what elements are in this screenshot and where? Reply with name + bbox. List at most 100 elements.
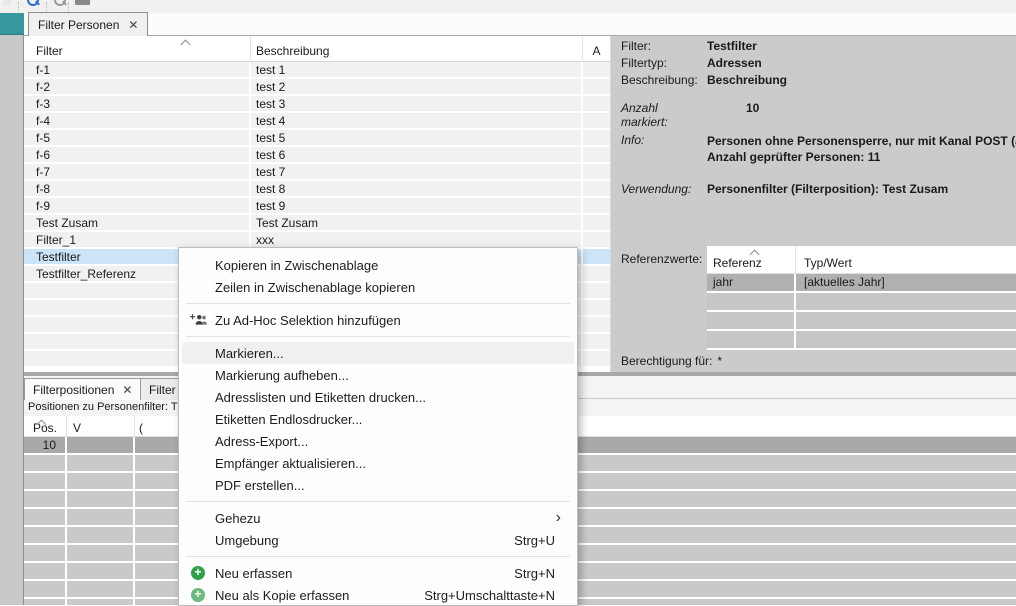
menu-item[interactable]: Adresslisten und Etiketten drucken... (182, 386, 574, 408)
cell-beschreibung: Test Zusam (251, 215, 583, 232)
cell-a (583, 266, 610, 283)
close-icon[interactable]: ✕ (122, 383, 132, 397)
cell-v (67, 599, 135, 605)
cell-pos (24, 509, 67, 527)
field-value-verwendung: Personenfilter (Filterposition): Test Zu… (707, 182, 948, 196)
field-value-beschreibung: Beschreibung (707, 73, 787, 87)
cell-filter: f-9 (24, 198, 251, 215)
menu-separator (186, 501, 570, 502)
menu-item[interactable]: Markierung aufheben... (182, 364, 574, 386)
cell-pos (24, 491, 67, 509)
tab-label: Filterpositionen (33, 383, 114, 397)
table-row[interactable]: f-6test 6 (24, 147, 610, 164)
cell-filter: f-8 (24, 181, 251, 198)
cell-beschreibung: test 1 (251, 62, 583, 79)
cell-v (67, 527, 135, 545)
cell-typ-wert (796, 312, 1016, 331)
close-icon[interactable]: ✕ (128, 18, 138, 32)
cell-pos (24, 581, 67, 599)
cell-filter: f-7 (24, 164, 251, 181)
column-header-filter[interactable]: Filter (24, 36, 251, 61)
table-row[interactable]: f-2test 2 (24, 79, 610, 96)
toolbar-separator (18, 2, 19, 12)
cell-typ-wert (796, 293, 1016, 312)
menu-item[interactable]: Zeilen in Zwischenablage kopieren (182, 276, 574, 298)
cell-v (67, 545, 135, 563)
table-row[interactable]: f-9test 9 (24, 198, 610, 215)
left-sidebar (0, 13, 24, 605)
menu-item-label: PDF erstellen... (215, 478, 305, 493)
add-icon: + (187, 566, 209, 580)
table-row[interactable]: f-4test 4 (24, 113, 610, 130)
add-people-icon (187, 313, 209, 327)
cell-a (583, 283, 610, 300)
cell-pos (24, 563, 67, 581)
tab-filterpositionen[interactable]: Filterpositionen ✕ (24, 378, 141, 400)
menu-item[interactable]: Gehezu › (182, 507, 574, 529)
table-row[interactable]: f-3test 3 (24, 96, 610, 113)
cell-v (67, 509, 135, 527)
menu-item[interactable]: Adress-Export... (182, 430, 574, 452)
toolbar-separator (68, 2, 69, 12)
cell-a (583, 300, 610, 317)
tab-label: Filter Personen (38, 18, 119, 32)
sort-ascending-icon (751, 248, 759, 256)
column-header-beschreibung[interactable]: Beschreibung (251, 36, 583, 61)
cell-beschreibung: test 6 (251, 147, 583, 164)
cell-typ-wert: [aktuelles Jahr] (796, 274, 1016, 293)
menu-item[interactable]: Markieren... (182, 342, 574, 364)
field-label-verwendung: Verwendung: (621, 182, 707, 196)
cell-a (583, 249, 610, 266)
menu-item-shortcut: Strg+N (514, 566, 567, 581)
field-label-beschreibung: Beschreibung: (621, 73, 707, 87)
menu-item[interactable]: Etiketten Endlosdrucker... (182, 408, 574, 430)
cell-v (67, 473, 135, 491)
menu-item-label: Gehezu (215, 511, 261, 526)
table-row[interactable]: f-1test 1 (24, 62, 610, 79)
menu-item-label: Adress-Export... (215, 434, 308, 449)
column-header-a[interactable]: A (583, 36, 610, 61)
table-row[interactable]: Test ZusamTest Zusam (24, 215, 610, 232)
menu-item-shortcut: Strg+Umschalttaste+N (424, 588, 567, 603)
sidebar-teal-tile[interactable] (0, 13, 24, 35)
cell-pos (24, 473, 67, 491)
table-row[interactable]: f-5test 5 (24, 130, 610, 147)
table-row[interactable] (707, 312, 1016, 331)
referenzwerte-table-body: jahr[aktuelles Jahr] (707, 274, 1016, 350)
menu-item[interactable]: + Neu erfassen Strg+N (182, 562, 574, 584)
table-row[interactable] (707, 331, 1016, 350)
table-row[interactable]: jahr[aktuelles Jahr] (707, 274, 1016, 293)
menu-item[interactable]: +Neu als Kopie erfassenStrg+Umschalttast… (182, 584, 574, 606)
tab-filter-personen[interactable]: Filter Personen ✕ (28, 12, 148, 36)
field-label-anzahl-markiert: Anzahl markiert: (621, 101, 707, 129)
menu-item[interactable]: Empfänger aktualisieren... (182, 452, 574, 474)
cell-a (583, 62, 610, 79)
column-header-typ-wert[interactable]: Typ/Wert (796, 246, 1016, 273)
submenu-arrow-icon: › (556, 510, 567, 526)
context-menu: Kopieren in Zwischenablage Zeilen in Zwis… (178, 247, 578, 606)
toolbar-separator (46, 2, 47, 12)
cell-a (583, 181, 610, 198)
menu-separator (186, 336, 570, 337)
cell-filter: f-1 (24, 62, 251, 79)
table-row[interactable] (707, 293, 1016, 312)
add-copy-icon: + (187, 588, 209, 602)
menu-item-label: Neu erfassen (215, 566, 292, 581)
menu-item-label: Adresslisten und Etiketten drucken... (215, 390, 426, 405)
menu-item-label: Kopieren in Zwischenablage (215, 258, 378, 273)
table-row[interactable]: f-7test 7 (24, 164, 610, 181)
menu-item[interactable]: UmgebungStrg+U (182, 529, 574, 551)
menu-item[interactable]: Zu Ad-Hoc Selektion hinzufügen (182, 309, 574, 331)
sort-ascending-icon (182, 38, 190, 46)
cell-a (583, 351, 610, 368)
cell-filter: f-5 (24, 130, 251, 147)
table-row[interactable]: f-8test 8 (24, 181, 610, 198)
menu-item[interactable]: Kopieren in Zwischenablage (182, 254, 574, 276)
column-header-v[interactable]: V (67, 416, 135, 436)
cell-v (67, 437, 135, 455)
cell-referenz (707, 293, 796, 312)
cell-beschreibung: test 4 (251, 113, 583, 130)
add-copy-icon: + (191, 588, 205, 602)
cell-filter: Test Zusam (24, 215, 251, 232)
menu-item[interactable]: PDF erstellen... (182, 474, 574, 496)
